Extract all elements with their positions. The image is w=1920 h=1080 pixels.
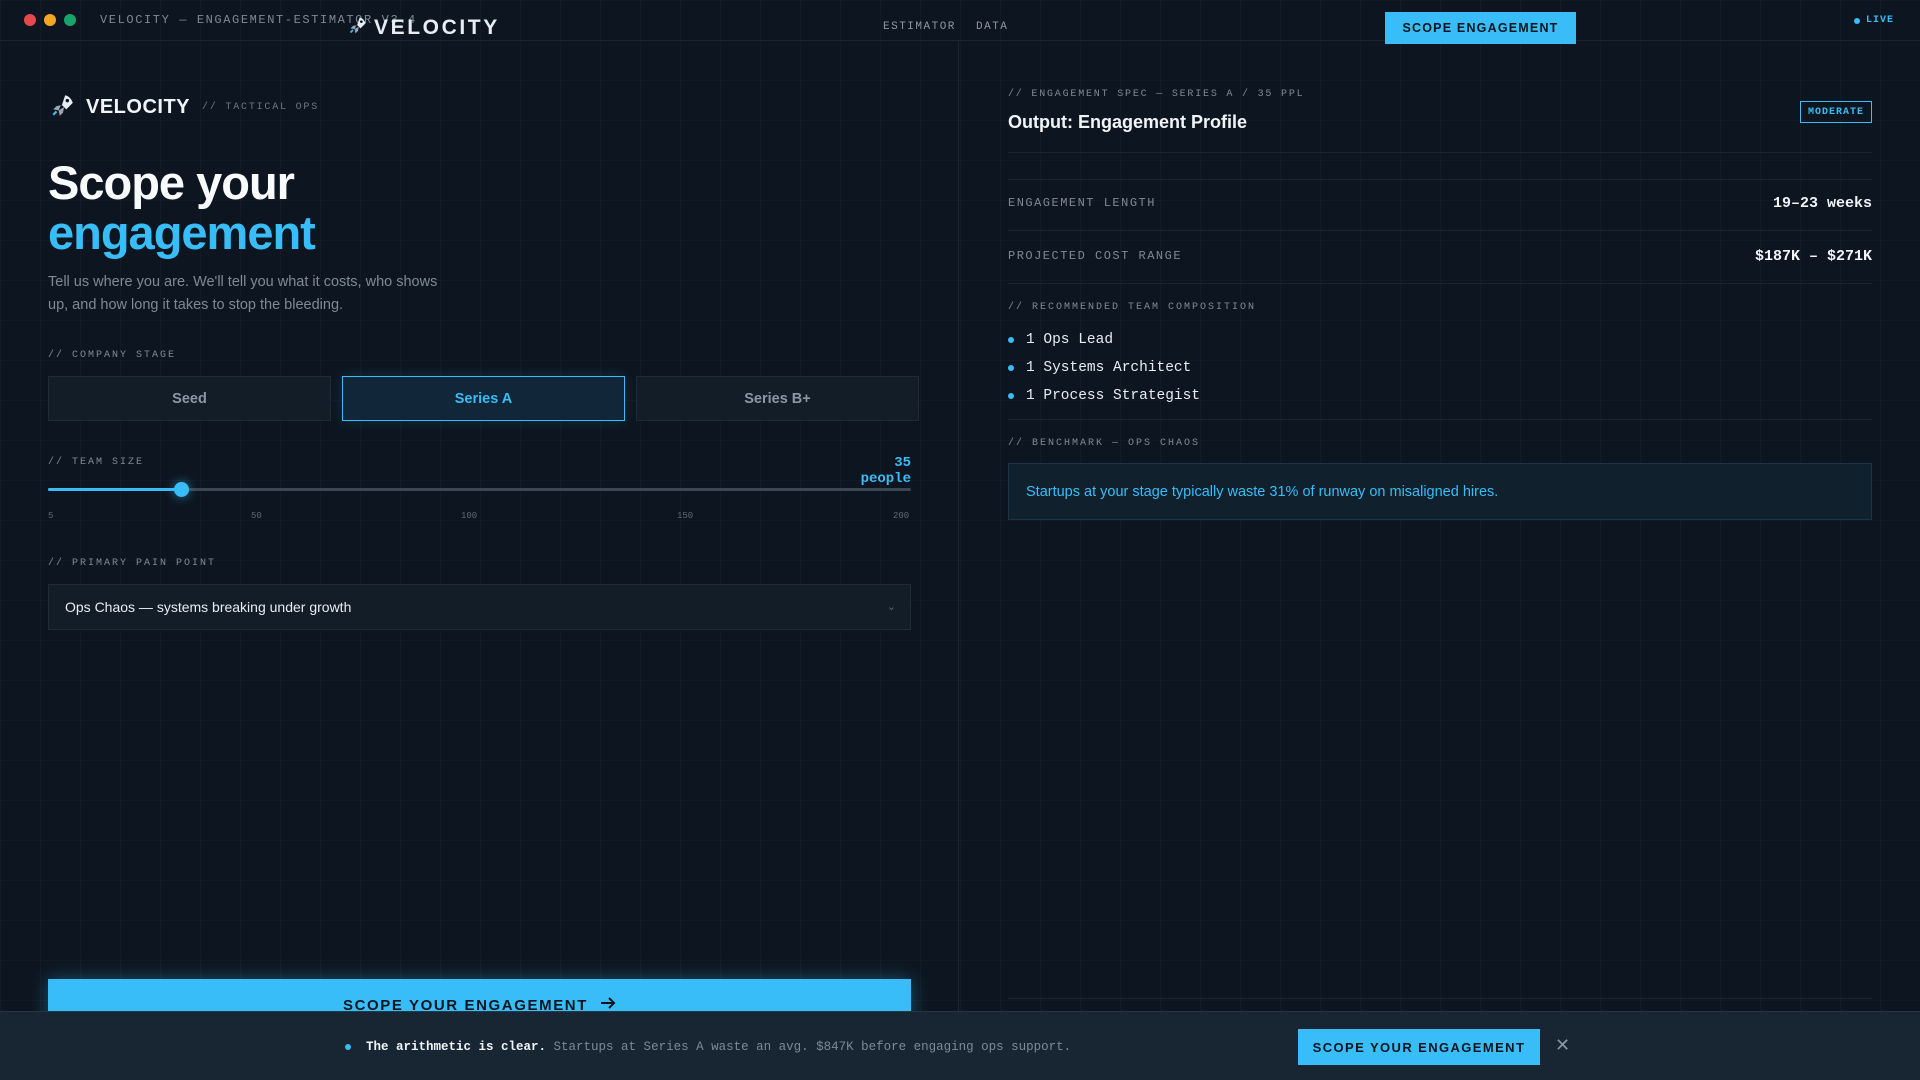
- team-composition-label: // RECOMMENDED TEAM COMPOSITION: [1008, 302, 1257, 313]
- page-title-line-2: engagement: [48, 206, 316, 259]
- divider: [1008, 998, 1872, 999]
- top-bar: VELOCITY — ENGAGEMENT-ESTIMATOR V3.4 VEL…: [0, 0, 1920, 44]
- banner-scope-engagement-button[interactable]: SCOPE YOUR ENGAGEMENT: [1298, 1029, 1540, 1065]
- divider: [1008, 152, 1872, 153]
- stage-option-seed[interactable]: Seed: [48, 376, 331, 421]
- banner-message-text: Startups at Series A waste an avg. $847K…: [553, 1040, 1072, 1054]
- stage-option-series-b[interactable]: Series B+: [636, 376, 919, 421]
- nav-link-data[interactable]: DATA: [976, 21, 1008, 33]
- engagement-length-label: ENGAGEMENT LENGTH: [1008, 196, 1156, 210]
- page-title-line-1: Scope your: [48, 156, 295, 209]
- panel-divider: [958, 41, 959, 1011]
- nav-link-estimator[interactable]: ESTIMATOR: [883, 21, 956, 33]
- top-brand[interactable]: VELOCITY: [348, 15, 500, 40]
- list-item: 1 Ops Lead: [1008, 326, 1200, 354]
- team-size-slider-fill: [48, 488, 181, 491]
- list-item: 1 Process Strategist: [1008, 382, 1200, 410]
- slider-tick: 50: [251, 511, 262, 521]
- benchmark-label: // BENCHMARK — OPS CHAOS: [1008, 438, 1201, 449]
- slider-tick: 5: [48, 511, 54, 521]
- team-size-slider[interactable]: [48, 482, 911, 497]
- output-title: Output: Engagement Profile: [1008, 112, 1248, 132]
- spec-eyebrow: // ENGAGEMENT SPEC — SERIES A / 35 PPL: [1008, 89, 1305, 100]
- team-member: 1 Systems Architect: [1026, 360, 1192, 376]
- divider: [1008, 179, 1872, 180]
- window-close-dot[interactable]: [24, 14, 36, 26]
- team-size-slider-thumb[interactable]: [174, 482, 189, 497]
- engagement-length-value: 19–23 weeks: [1772, 195, 1872, 212]
- scope-engagement-button[interactable]: SCOPE ENGAGEMENT: [1385, 12, 1576, 44]
- bullet-icon: [1008, 393, 1014, 399]
- page-title: Scope your engagement: [48, 156, 316, 259]
- cost-range-value: $187K – $271K: [1754, 248, 1872, 265]
- live-status-label: LIVE: [1866, 15, 1895, 26]
- cost-range-label: PROJECTED COST RANGE: [1008, 249, 1183, 263]
- bullet-icon: [1008, 365, 1014, 371]
- live-dot-icon: [1854, 17, 1860, 24]
- window-maximize-dot[interactable]: [64, 14, 76, 26]
- page-lede: Tell us where you are. We'll tell you wh…: [48, 274, 438, 313]
- pain-point-label: // PRIMARY PAIN POINT: [48, 558, 217, 569]
- team-size-label: // TEAM SIZE: [48, 457, 145, 468]
- stage-option-series-a[interactable]: Series A: [342, 376, 625, 421]
- pain-point-value: Ops Chaos — systems breaking under growt…: [65, 599, 352, 615]
- bullet-icon: [1008, 337, 1014, 343]
- banner-dot-icon: [345, 1044, 351, 1050]
- window-minimize-dot[interactable]: [44, 14, 56, 26]
- severity-badge: MODERATE: [1800, 101, 1872, 123]
- divider: [1008, 283, 1872, 284]
- team-member: 1 Process Strategist: [1026, 388, 1201, 404]
- bottom-banner: The arithmetic is clear. Startups at Ser…: [0, 1011, 1920, 1080]
- slider-tick: 200: [893, 511, 910, 521]
- slider-tick: 150: [677, 511, 694, 521]
- divider: [1008, 419, 1872, 420]
- left-brand-sub: // TACTICAL OPS: [202, 102, 320, 113]
- left-brand: VELOCITY // TACTICAL OPS: [50, 92, 319, 123]
- company-stage-selector: Seed Series A Series B+: [48, 376, 919, 421]
- team-composition-list: 1 Ops Lead 1 Systems Architect 1 Process…: [1008, 326, 1200, 410]
- divider: [1008, 230, 1872, 231]
- benchmark-callout: Startups at your stage typically waste 3…: [1008, 463, 1872, 520]
- pain-point-select[interactable]: Ops Chaos — systems breaking under growt…: [48, 584, 911, 630]
- close-icon[interactable]: ✕: [1555, 1036, 1570, 1054]
- banner-message-bold: The arithmetic is clear.: [366, 1040, 547, 1054]
- team-member: 1 Ops Lead: [1026, 332, 1114, 348]
- rocket-icon: [50, 92, 76, 123]
- live-status: LIVE: [1854, 15, 1894, 26]
- chevron-down-icon: ⌄: [886, 601, 896, 613]
- rocket-icon: [348, 15, 368, 40]
- team-size-value: 35 people: [860, 455, 911, 487]
- top-brand-name: VELOCITY: [374, 15, 500, 39]
- slider-tick: 100: [461, 511, 478, 521]
- left-brand-name: VELOCITY: [86, 96, 191, 118]
- banner-message: The arithmetic is clear. Startups at Ser…: [366, 1040, 1071, 1054]
- list-item: 1 Systems Architect: [1008, 354, 1200, 382]
- benchmark-text: Startups at your stage typically waste 3…: [1026, 483, 1499, 500]
- company-stage-label: // COMPANY STAGE: [48, 350, 177, 361]
